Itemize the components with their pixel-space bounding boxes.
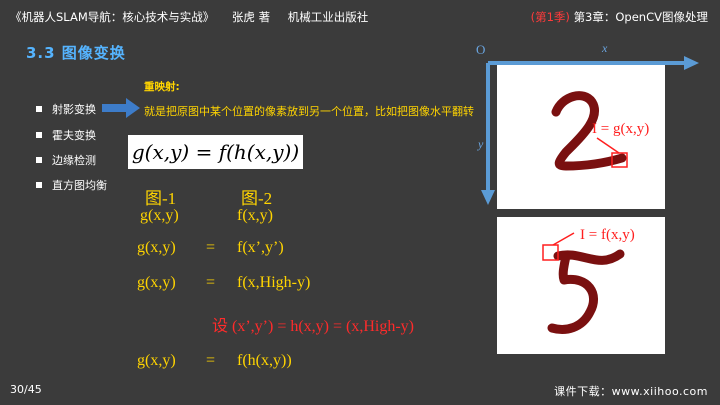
bullet-item: 边缘检测 (36, 152, 96, 168)
row-left: g(x,y) (137, 274, 176, 291)
y-axis-arrow-icon (481, 190, 495, 205)
row-left: g(x,y) (140, 207, 179, 224)
row-right: f(x’,y’) (237, 239, 284, 256)
remap-label: 重映射: (144, 81, 180, 93)
author: 张虎 著 (231, 10, 271, 24)
figure-2-label: 图-2 (241, 189, 273, 208)
header-right: (第1季) 第3章：OpenCV图像处理 (531, 9, 708, 25)
assumption-line: 设 (x’,y’) = h(x,y) = (x,High-y) (212, 318, 415, 335)
header-left: 《机器人SLAM导航：核心技术与实战》 张虎 著 机械工业出版社 (10, 9, 368, 25)
remap-description: 就是把原图中某个位置的像素放到另一个位置，比如把图像水平翻转 (144, 105, 474, 118)
formula-box: g(x,y) = f(h(x,y)) (128, 135, 303, 169)
publisher: 机械工业出版社 (287, 10, 369, 24)
y-axis-label: y (477, 137, 484, 151)
origin-label: O (476, 42, 485, 57)
bullet-square-icon (36, 132, 42, 138)
season-label: (第1季) (530, 10, 570, 24)
slide-title: 3.3 图像变换 (26, 44, 126, 62)
row-eq: = (206, 239, 216, 256)
bullet-square-icon (36, 106, 42, 112)
digit-five-stroke (547, 249, 625, 334)
diagram-graphics: O x y I = g(x,y) I = f(x,y) (476, 41, 699, 334)
top-panel-label: I = g(x,y) (592, 121, 649, 137)
bullet-square-icon (36, 182, 42, 188)
bottom-panel-label: I = f(x,y) (580, 227, 635, 243)
download-source: 课件下载：www.xiihoo.com (554, 385, 708, 398)
arrow-right-icon (102, 98, 140, 118)
x-axis-arrow-icon (684, 56, 699, 70)
row-eq: = (206, 352, 216, 369)
bullet-item: 直方图均衡 (36, 177, 107, 193)
bullet-item: 霍夫变换 (36, 127, 96, 143)
row-eq: = (206, 274, 216, 291)
row-right: f(x,y) (237, 207, 273, 224)
x-axis-label: x (601, 41, 608, 55)
book-title: 《机器人SLAM导航：核心技术与实战》 (10, 10, 215, 24)
bullet-item: 射影变换 (36, 101, 96, 117)
row-left: g(x,y) (137, 352, 176, 369)
chapter-label: 第3章：OpenCV图像处理 (573, 10, 708, 24)
figure-1-label: 图-1 (145, 189, 177, 208)
bullet-square-icon (36, 157, 42, 163)
page-number: 30/45 (10, 383, 42, 396)
row-left: g(x,y) (137, 239, 176, 256)
row-right: f(h(x,y)) (237, 352, 292, 369)
row-right: f(x,High-y) (237, 274, 311, 291)
